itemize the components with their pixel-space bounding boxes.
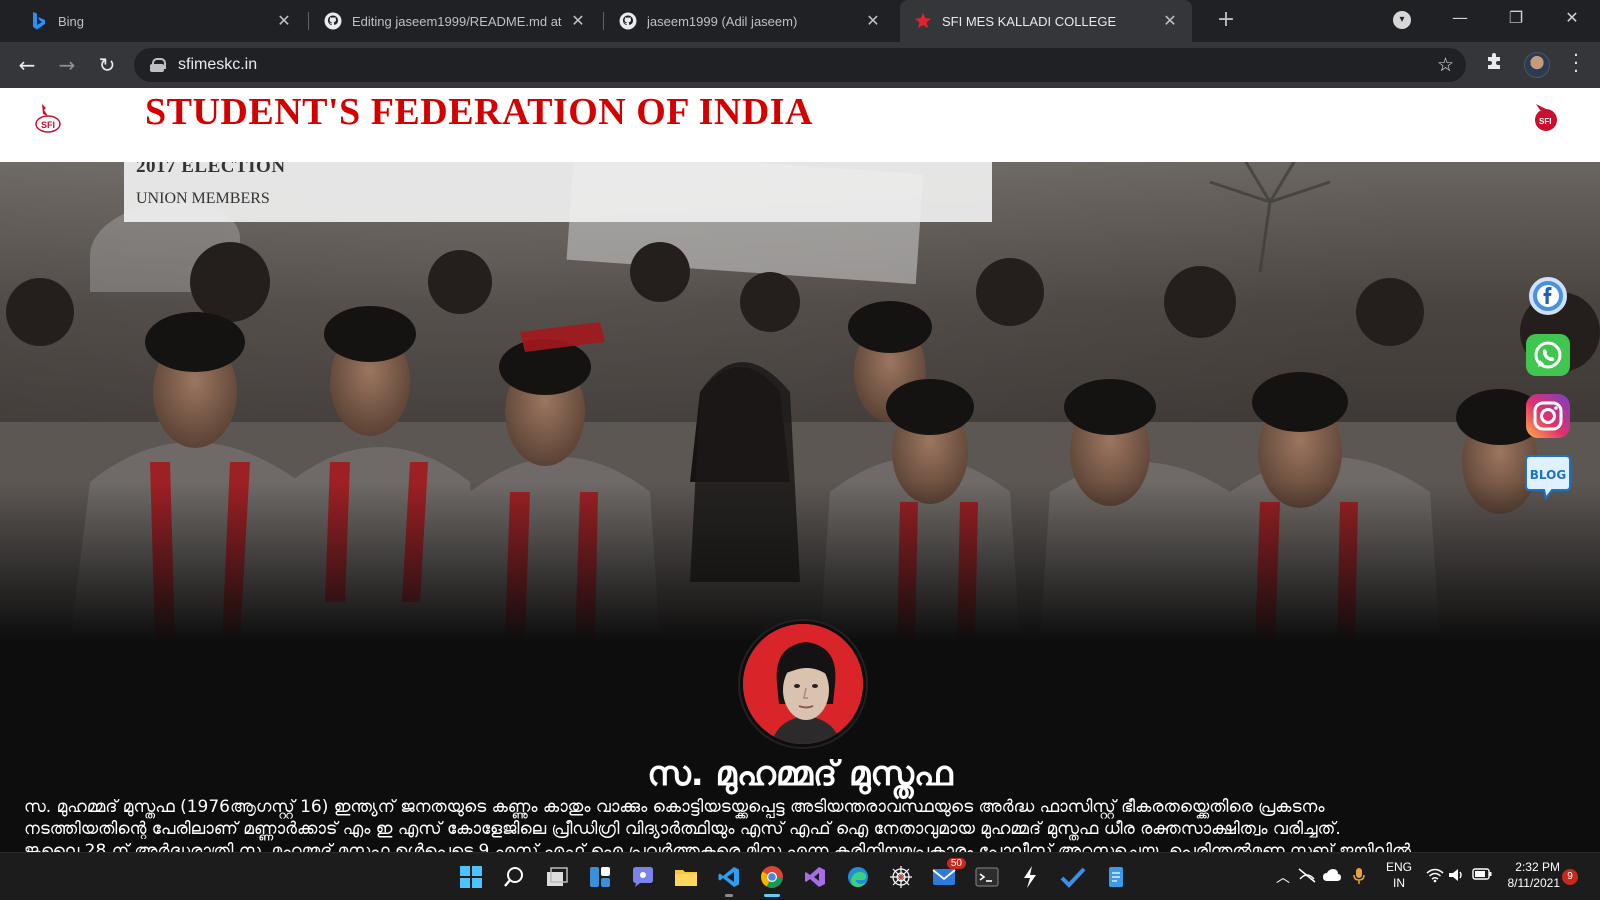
wifi-icon[interactable] xyxy=(1426,867,1444,887)
vscode-icon[interactable] xyxy=(713,861,745,897)
hero-background-image: 2017 ELECTION UNION MEMBERS BLOG xyxy=(0,162,1600,642)
close-icon[interactable]: ✕ xyxy=(272,11,296,31)
address-bar[interactable]: sfimeskc.in ☆ xyxy=(134,48,1466,82)
blog-icon[interactable]: BLOG xyxy=(1524,454,1578,501)
whatsapp-icon[interactable] xyxy=(1524,334,1578,378)
start-icon[interactable] xyxy=(455,861,487,893)
widgets-icon[interactable] xyxy=(584,861,616,893)
restore-icon[interactable]: ❐ xyxy=(1488,0,1544,36)
terminal-icon[interactable] xyxy=(971,861,1003,893)
star-icon xyxy=(914,12,932,30)
url-text[interactable]: sfimeskc.in xyxy=(178,56,257,74)
edge-icon[interactable] xyxy=(842,861,874,893)
new-tab-button[interactable]: + xyxy=(1213,8,1239,34)
power-automate-icon[interactable] xyxy=(1014,861,1046,893)
visual-studio-icon[interactable] xyxy=(799,861,831,893)
more-menu-icon[interactable]: · · · xyxy=(1570,47,1582,81)
volume-icon[interactable] xyxy=(1448,867,1466,887)
bookmark-star-icon[interactable]: ☆ xyxy=(1437,54,1454,76)
close-icon[interactable]: ✕ xyxy=(861,11,885,31)
chrome-icon[interactable] xyxy=(756,861,788,897)
search-icon[interactable] xyxy=(498,861,530,893)
cobweb-app-icon[interactable] xyxy=(885,861,917,893)
martyr-name: സ. മുഹമ്മദ് മുസ്തഫ xyxy=(647,754,953,794)
tab-github-profile[interactable]: jaseem1999 (Adil jaseem) ✕ xyxy=(605,0,895,42)
notification-badge[interactable]: 9 xyxy=(1562,869,1578,885)
github-icon xyxy=(619,12,637,30)
site-header: SFI STUDENT'S FEDERATION OF INDIA SFI xyxy=(0,88,1600,162)
close-icon[interactable]: ✕ xyxy=(1158,11,1182,31)
tab-search-icon[interactable]: ▾ xyxy=(1393,11,1411,29)
instagram-icon[interactable] xyxy=(1524,394,1578,438)
tab-sfi[interactable]: SFI MES KALLADI COLLEGE ✕ xyxy=(900,0,1192,42)
extensions-icon[interactable] xyxy=(1484,52,1504,77)
browser-toolbar: ← → ↻ sfimeskc.in ☆ xyxy=(0,42,1600,88)
profile-avatar[interactable] xyxy=(1524,52,1550,78)
martyr-portrait xyxy=(740,621,866,747)
bing-icon xyxy=(30,12,48,30)
tab-github-readme[interactable]: Editing jaseem1999/README.md at ✕ xyxy=(310,0,600,42)
window-close-icon[interactable]: ✕ xyxy=(1544,0,1600,36)
reload-icon[interactable]: ↻ xyxy=(94,52,120,78)
cloud-icon[interactable] xyxy=(1322,867,1342,887)
svg-text:SFI: SFI xyxy=(1539,117,1551,126)
back-icon[interactable]: ← xyxy=(14,52,40,78)
close-icon[interactable]: ✕ xyxy=(566,11,590,31)
martyr-bio: സ. മുഹമ്മദ് മുസ്തഫ (1976ആഗസ്റ്റ് 16) ഇന്… xyxy=(24,796,1579,852)
chevron-up-icon[interactable]: ︿ xyxy=(1276,867,1290,887)
card-heading: 2017 ELECTION xyxy=(136,162,286,177)
bio-line: ജൂലൈ 28 ന് അർദ്ധരാത്രി സ. മുഹമ്മദ് മുസ്ത… xyxy=(24,841,1412,852)
clock[interactable]: 2:32 PM 8/11/2021 xyxy=(1504,859,1561,891)
bio-line: സ. മുഹമ്മദ് മുസ്തഫ (1976ആഗസ്റ്റ് 16) ഇന്… xyxy=(24,797,1325,817)
election-card[interactable]: 2017 ELECTION UNION MEMBERS xyxy=(124,162,992,222)
network-off-icon[interactable] xyxy=(1298,867,1316,887)
sfi-logo-right[interactable]: SFI xyxy=(1528,98,1564,138)
windows-taskbar: 50 ︿ ENG IN 2:32 PM 8/11/2021 9 xyxy=(0,852,1600,900)
task-view-icon[interactable] xyxy=(541,861,573,893)
forward-icon[interactable]: → xyxy=(54,52,80,78)
site-title: STUDENT'S FEDERATION OF INDIA xyxy=(145,91,813,133)
todo-icon[interactable] xyxy=(1057,861,1089,893)
mail-badge: 50 xyxy=(946,858,966,869)
mail-icon[interactable]: 50 xyxy=(928,858,966,893)
bio-line: നടത്തിയതിന്റെ പേരിലാണ് മണ്ണാർക്കാട് എം ഇ… xyxy=(24,819,1341,839)
card-subheading: UNION MEMBERS xyxy=(136,190,270,207)
svg-text:BLOG: BLOG xyxy=(1530,468,1566,482)
tab-strip: Bing ✕ Editing jaseem1999/README.md at ✕… xyxy=(0,0,1600,42)
lock-icon[interactable] xyxy=(150,58,166,72)
language-indicator[interactable]: ENG IN xyxy=(1384,859,1414,891)
facebook-icon[interactable] xyxy=(1524,274,1578,318)
svg-text:SFI: SFI xyxy=(41,120,55,130)
microphone-icon[interactable] xyxy=(1352,867,1366,889)
notepad-icon[interactable] xyxy=(1100,861,1132,893)
teams-chat-icon[interactable] xyxy=(627,861,659,893)
tab-bing[interactable]: Bing ✕ xyxy=(16,0,306,42)
hero-fade xyxy=(0,482,1600,642)
battery-icon[interactable] xyxy=(1472,867,1492,885)
web-page: SFI STUDENT'S FEDERATION OF INDIA SFI 20… xyxy=(0,88,1600,852)
sfi-logo-left[interactable]: SFI xyxy=(32,102,64,136)
file-explorer-icon[interactable] xyxy=(670,861,702,893)
github-icon xyxy=(324,12,342,30)
minimize-icon[interactable]: — xyxy=(1432,0,1488,36)
